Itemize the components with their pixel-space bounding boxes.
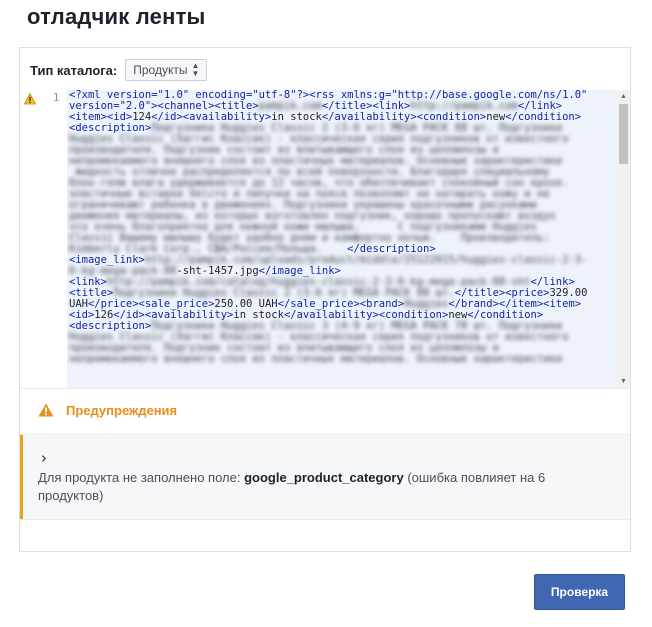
warning-message: Для продукта не заполнено поле: google_p…	[38, 469, 598, 505]
redacted-text: http://pampik.com/uploads/product/middle…	[144, 254, 588, 266]
code-line: непромокаемого внешнего слоя из пластичн…	[67, 354, 617, 365]
catalog-type-row: Тип каталога: Продукты ▲ ▼	[30, 58, 208, 82]
chevron-right-icon[interactable]: ›	[41, 449, 47, 467]
select-arrows-icon: ▲ ▼	[191, 61, 200, 78]
warnings-header: Предупреждения	[20, 388, 630, 433]
warnings-title: Предупреждения	[66, 403, 178, 418]
scroll-down-arrow-icon[interactable]: ▼	[617, 375, 630, 388]
page-title: отладчик ленты	[27, 4, 206, 29]
feed-xml-editor[interactable]: 1 <?xml version="1.0" encoding="utf-8"?>…	[20, 90, 630, 388]
catalog-type-value: Продукты	[133, 63, 188, 77]
editor-gutter: 1	[20, 90, 67, 388]
editor-scrollbar[interactable]: ▲ ▼	[617, 90, 630, 388]
scroll-up-arrow-icon[interactable]: ▲	[617, 90, 630, 103]
warning-item: › Для продукта не заполнено поле: google…	[20, 434, 630, 520]
gutter-warning-icon	[24, 93, 36, 105]
redacted-text: Huggies	[404, 298, 449, 310]
catalog-type-select[interactable]: Продукты ▲ ▼	[125, 59, 208, 81]
scrollbar-thumb[interactable]	[619, 104, 628, 164]
redacted-text: http://pampik.com	[410, 100, 518, 112]
redacted-text: pampik.com	[258, 100, 322, 112]
warning-icon	[38, 403, 54, 417]
warning-stripe	[20, 435, 23, 519]
code-area[interactable]: <?xml version="1.0" encoding="utf-8"?><r…	[67, 90, 617, 388]
feed-debugger-card: Тип каталога: Продукты ▲ ▼ 1 <?xml versio…	[19, 47, 631, 552]
redacted-text: непромокаемого внешнего слоя из пластичн…	[69, 353, 563, 365]
warning-message-prefix: Для продукта не заполнено поле:	[38, 470, 245, 485]
catalog-type-label: Тип каталога:	[30, 62, 118, 78]
check-button[interactable]: Проверка	[534, 574, 625, 610]
line-number: 1	[53, 92, 60, 104]
warning-field-name: google_product_category	[244, 470, 404, 485]
